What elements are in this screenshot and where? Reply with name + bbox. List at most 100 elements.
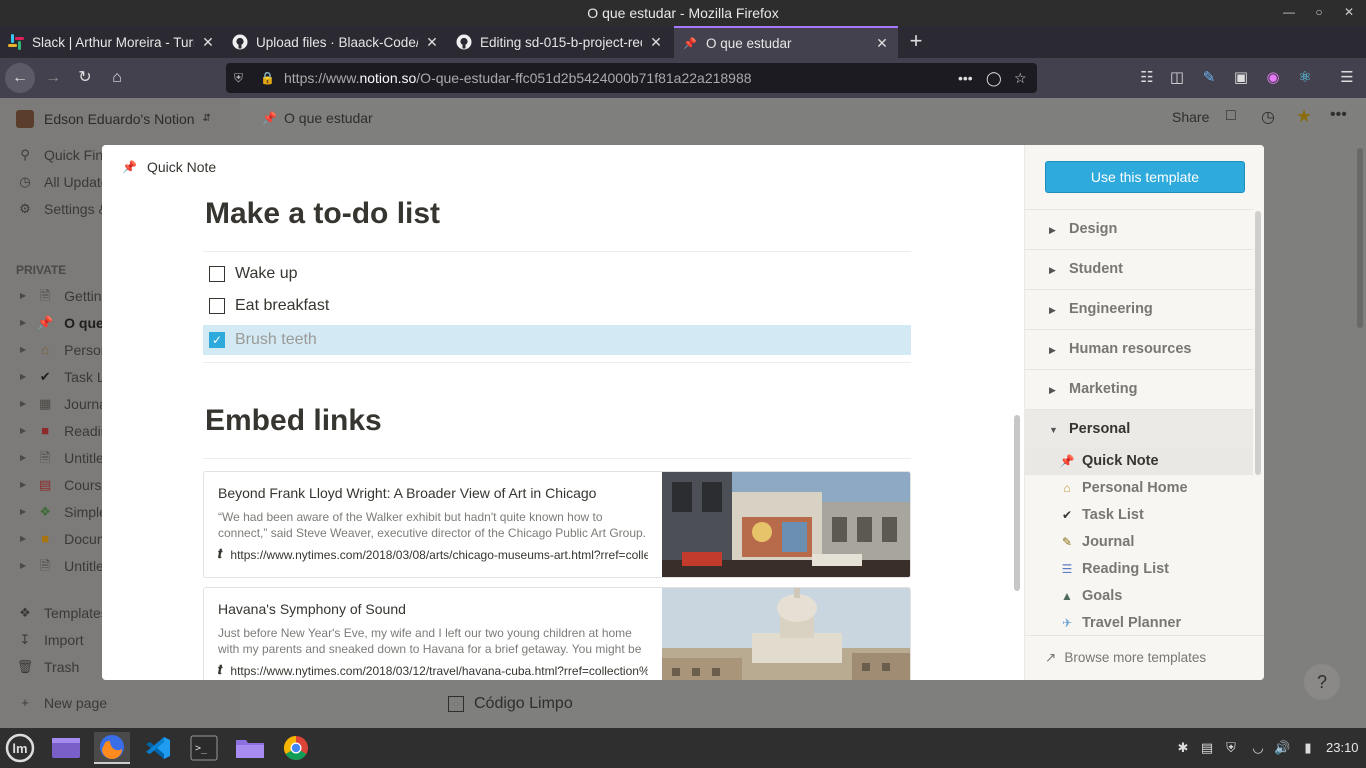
category-design[interactable]: ▶ Design <box>1025 210 1253 250</box>
tab-upload-files[interactable]: Upload files · Blaack-Code/sd-015 ✕ <box>224 26 448 58</box>
tab-o-que-estudar[interactable]: 📌 O que estudar ✕ <box>674 26 898 58</box>
background-todo-item[interactable]: Código Limpo <box>448 695 573 713</box>
template-quick-note[interactable]: 📌 Quick Note <box>1025 448 1253 475</box>
more-options-icon[interactable]: ••• <box>1330 106 1347 124</box>
show-desktop-icon[interactable] <box>48 732 84 764</box>
preview-scrollbar[interactable] <box>1014 415 1020 591</box>
browse-more-templates-link[interactable]: ↗ Browse more templates <box>1025 635 1264 680</box>
triangle-right-icon[interactable]: ▶ <box>20 554 26 578</box>
breadcrumb-title[interactable]: O que estudar <box>284 110 373 126</box>
favorite-star-icon[interactable]: ★ <box>1296 106 1312 127</box>
sidebar-page-item[interactable]: ▶ 🗎 Untitled <box>20 446 106 470</box>
library-icon[interactable]: ☷ <box>1136 67 1158 89</box>
todo-item-checked[interactable]: ✓ Brush teeth <box>203 325 911 355</box>
triangle-right-icon[interactable]: ▶ <box>20 473 26 497</box>
close-tab-icon[interactable]: ✕ <box>874 35 890 52</box>
triangle-right-icon[interactable]: ▶ <box>20 365 26 389</box>
hamburger-menu-icon[interactable]: ☰ <box>1336 67 1358 89</box>
category-personal[interactable]: ▼ Personal <box>1025 410 1253 450</box>
triangle-right-icon[interactable]: ▶ <box>20 527 26 551</box>
battery-icon[interactable]: ▮ <box>1300 740 1316 756</box>
lock-icon[interactable]: 🔒 <box>260 63 275 93</box>
close-window-icon[interactable]: ✕ <box>1334 0 1364 26</box>
file-manager-icon[interactable] <box>232 732 268 764</box>
volume-icon[interactable]: 🔊 <box>1274 740 1290 756</box>
bookmark-star-icon[interactable]: ☆ <box>1014 63 1027 93</box>
chrome-icon[interactable] <box>278 732 314 764</box>
sidebar-all-updates[interactable]: ◷ All Updates <box>16 170 115 194</box>
home-icon[interactable]: ⌂ <box>104 65 130 91</box>
category-student[interactable]: ▶ Student <box>1025 250 1253 290</box>
use-template-button[interactable]: Use this template <box>1045 161 1245 193</box>
tab-slack[interactable]: Slack | Arthur Moreira - Turma ✕ <box>0 26 224 58</box>
close-tab-icon[interactable]: ✕ <box>648 34 664 51</box>
shield-tray-icon[interactable]: ⛨ <box>1223 740 1239 756</box>
checkbox[interactable] <box>448 696 464 712</box>
new-page-button[interactable]: + New page <box>16 691 107 715</box>
panel-scrollbar[interactable] <box>1255 211 1261 475</box>
pocket-icon[interactable]: ◯ <box>986 63 1002 93</box>
template-task-list[interactable]: ✔ Task List <box>1025 502 1253 529</box>
back-arrow-icon[interactable]: ← <box>5 63 35 93</box>
sidebar-page-item[interactable]: ▶ ✔ Task List <box>20 365 106 389</box>
template-personal-home[interactable]: ⌂ Personal Home <box>1025 475 1253 502</box>
bookmark-card[interactable]: Havana's Symphony of Sound Just before N… <box>203 587 911 680</box>
checkbox[interactable] <box>209 298 225 314</box>
bookmark-card[interactable]: Beyond Frank Lloyd Wright: A Broader Vie… <box>203 471 911 578</box>
sidebar-page-item[interactable]: ▶ ■ Reading List <box>20 419 106 443</box>
clipboard-icon[interactable]: ▤ <box>1199 740 1215 756</box>
color-picker-icon[interactable]: ✎ <box>1198 67 1220 89</box>
triangle-right-icon[interactable]: ▶ <box>20 392 26 416</box>
triangle-right-icon[interactable]: ▶ <box>20 419 26 443</box>
reload-icon[interactable]: ↻ <box>72 65 98 91</box>
checkmark-icon[interactable]: ✓ <box>209 332 225 348</box>
minimize-icon[interactable]: — <box>1274 0 1304 26</box>
help-button[interactable]: ? <box>1304 664 1340 700</box>
sidebar-page-item[interactable]: ▶ 📌 O que estudar <box>20 311 106 335</box>
comment-icon[interactable]: □ <box>1226 107 1236 125</box>
shield-icon[interactable]: ⛨ <box>234 63 243 93</box>
triangle-right-icon[interactable]: ▶ <box>20 284 26 308</box>
sidebar-trash[interactable]: 🗑 Trash <box>16 655 80 679</box>
extension-color-icon[interactable]: ◉ <box>1262 67 1284 89</box>
todo-item[interactable]: Eat breakfast <box>203 291 911 321</box>
mint-menu-icon[interactable]: lm <box>2 732 38 764</box>
checkbox[interactable] <box>209 266 225 282</box>
sidebar-page-item[interactable]: ▶ ❖ Simple Budget <box>20 500 106 524</box>
history-icon[interactable]: ◷ <box>1261 107 1275 127</box>
bluetooth-icon[interactable]: ✱ <box>1175 740 1191 756</box>
sidebar-templates[interactable]: ❖ Templates <box>16 601 108 625</box>
sidebar-page-item[interactable]: ▶ ⌂ Personal Home <box>20 338 106 362</box>
sidebar-import[interactable]: ↧ Import <box>16 628 84 652</box>
triangle-right-icon[interactable]: ▶ <box>20 446 26 470</box>
tab-editing[interactable]: Editing sd-015-b-project-recipes ✕ <box>448 26 672 58</box>
screenshot-icon[interactable]: ▣ <box>1230 67 1252 89</box>
firefox-icon[interactable] <box>94 732 130 764</box>
wifi-icon[interactable]: ◡ <box>1250 740 1266 756</box>
sidebar-page-item[interactable]: ▶ ▦ Journal <box>20 392 106 416</box>
sidebar-page-item[interactable]: ▶ ■ Documents <box>20 527 106 551</box>
share-button[interactable]: Share <box>1172 109 1209 125</box>
more-actions-icon[interactable]: ••• <box>958 63 973 93</box>
sidebar-page-item[interactable]: ▶ 🗎 Getting Started <box>20 284 106 308</box>
url-bar[interactable]: ⛨ 🔒 https://www.notion.so/O-que-estudar-… <box>226 63 1037 93</box>
triangle-right-icon[interactable]: ▶ <box>20 500 26 524</box>
template-travel-planner[interactable]: ✈ Travel Planner <box>1025 610 1253 637</box>
vscode-icon[interactable] <box>140 732 176 764</box>
terminal-icon[interactable]: >_ <box>186 732 222 764</box>
clock[interactable]: 23:10 <box>1326 740 1359 755</box>
restore-icon[interactable]: ○ <box>1304 0 1334 26</box>
sidebar-toggle-icon[interactable]: ◫ <box>1166 67 1188 89</box>
workspace-switcher[interactable]: Edson Eduardo's Notion ⇵ <box>16 107 211 131</box>
triangle-right-icon[interactable]: ▶ <box>20 311 26 335</box>
template-journal[interactable]: ✎ Journal <box>1025 529 1253 556</box>
close-tab-icon[interactable]: ✕ <box>200 34 216 51</box>
category-marketing[interactable]: ▶ Marketing <box>1025 370 1253 410</box>
forward-arrow-icon[interactable]: → <box>40 65 66 91</box>
template-goals[interactable]: ▲ Goals <box>1025 583 1253 610</box>
todo-item[interactable]: Wake up <box>203 259 911 289</box>
react-devtools-icon[interactable]: ⚛ <box>1294 67 1316 89</box>
sidebar-quick-find[interactable]: ⚲ Quick Find <box>16 143 111 167</box>
sidebar-page-item[interactable]: ▶ ▤ Course Notes <box>20 473 106 497</box>
sidebar-page-item[interactable]: ▶ 🗎 Untitled <box>20 554 106 578</box>
